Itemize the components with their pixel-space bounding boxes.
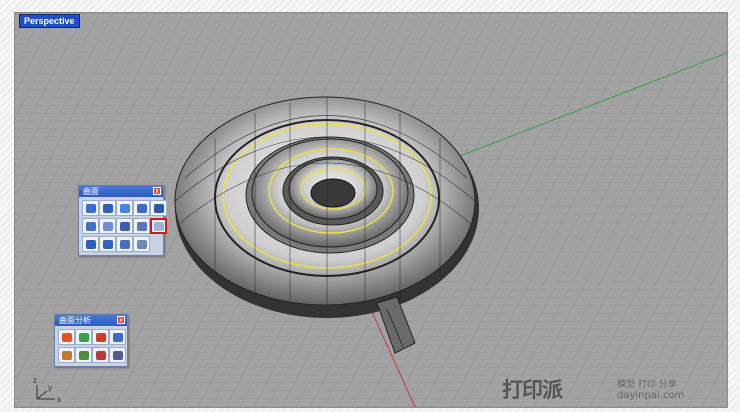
- thickness-analysis-icon: [95, 350, 106, 360]
- plane-surface-button[interactable]: [133, 200, 150, 216]
- analysis-toolbar-titlebar[interactable]: 曲面分析 x: [55, 315, 127, 326]
- blend-surface-icon: [119, 239, 130, 249]
- corner-points-surface-icon: [85, 203, 96, 213]
- loft-surface-button[interactable]: [82, 218, 99, 234]
- loft-surface-icon: [85, 221, 96, 231]
- sphere-surface-button[interactable]: [116, 200, 133, 216]
- app-window: x z y Perspective 曲面 x 曲面分析 x 打印派 模型 打印 …: [0, 0, 740, 412]
- network-surface-icon: [119, 221, 130, 231]
- watermark-logo-text: 打印派: [502, 378, 563, 402]
- draft-angle-analysis-button[interactable]: [75, 329, 92, 345]
- site-watermark: 打印派 模型 打印 分享 dayinpai.com: [502, 374, 732, 408]
- zebra-analysis-button[interactable]: [109, 329, 126, 345]
- axis-y-label: y: [48, 383, 52, 392]
- rail-revolve-surface-button[interactable]: [99, 236, 116, 252]
- revolve-surface-button[interactable]: [82, 236, 99, 252]
- rail-revolve-surface-icon: [102, 239, 113, 249]
- revolve-surface-icon: [85, 239, 96, 249]
- edge-curves-surface-button[interactable]: [99, 200, 116, 216]
- watermark-slogan: 模型 打印 分享: [617, 380, 677, 390]
- deviation-analysis-icon: [112, 350, 123, 360]
- sweep1-surface-button[interactable]: [99, 218, 116, 234]
- sweep2-surface-icon: [153, 221, 164, 231]
- heightfield-surface-button[interactable]: [133, 236, 150, 252]
- emap-analysis-button[interactable]: [75, 347, 92, 363]
- close-icon[interactable]: x: [117, 316, 125, 324]
- thickness-analysis-button[interactable]: [92, 347, 109, 363]
- heightfield-surface-icon: [136, 239, 147, 249]
- corner-points-surface-button[interactable]: [82, 200, 99, 216]
- plane-surface-icon: [136, 203, 147, 213]
- surface-tool-grid: [79, 197, 167, 255]
- perspective-viewport[interactable]: x z y Perspective 曲面 x 曲面分析 x: [14, 12, 728, 408]
- sweep1-surface-icon: [102, 221, 113, 231]
- surface-toolbar-title: 曲面: [83, 187, 99, 196]
- environment-map-icon: [95, 332, 106, 342]
- emap-analysis-icon: [78, 350, 89, 360]
- patch-surface-button[interactable]: [133, 218, 150, 234]
- surface-toolbar[interactable]: 曲面 x: [78, 185, 167, 256]
- patch-surface-icon: [136, 221, 147, 231]
- axis-z-label: z: [33, 376, 37, 385]
- surface-analysis-toolbar[interactable]: 曲面分析 x: [54, 314, 128, 367]
- draft-angle-analysis-icon: [78, 332, 89, 342]
- watermark-url: dayinpai.com: [617, 390, 685, 401]
- deviation-analysis-button[interactable]: [109, 347, 126, 363]
- curvature-analysis-icon: [61, 332, 72, 342]
- network-surface-button[interactable]: [116, 218, 133, 234]
- edge-continuity-button[interactable]: [58, 347, 75, 363]
- analysis-toolbar-title: 曲面分析: [59, 316, 91, 325]
- zebra-analysis-icon: [112, 332, 123, 342]
- analysis-tool-grid: [55, 326, 127, 366]
- axis-x-label: x: [57, 395, 61, 404]
- close-icon[interactable]: x: [153, 187, 161, 195]
- curvature-analysis-button[interactable]: [58, 329, 75, 345]
- edge-curves-surface-icon: [102, 203, 113, 213]
- surface-toolbar-titlebar[interactable]: 曲面 x: [79, 186, 163, 197]
- blend-surface-button[interactable]: [116, 236, 133, 252]
- extrude-surface-icon: [153, 203, 164, 213]
- edge-continuity-icon: [61, 350, 72, 360]
- extrude-surface-button[interactable]: [150, 200, 167, 216]
- sphere-surface-icon: [119, 203, 130, 213]
- environment-map-button[interactable]: [92, 329, 109, 345]
- viewport-title-tab[interactable]: Perspective: [19, 14, 80, 28]
- sweep2-surface-button[interactable]: [150, 218, 167, 234]
